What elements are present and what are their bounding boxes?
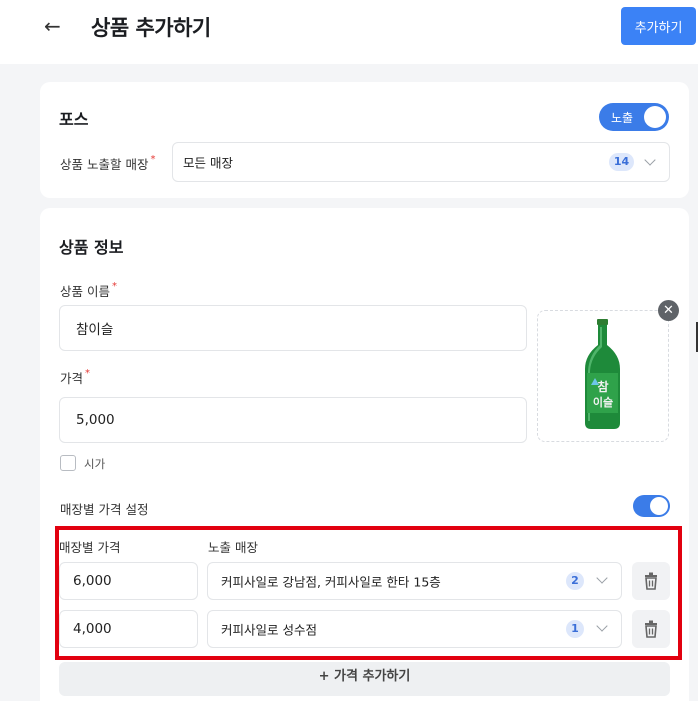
- pos-card: 포스 노출 상품 노출할 매장 * 모든 매장 14: [40, 82, 689, 198]
- page-title: 상품 추가하기: [91, 16, 211, 40]
- product-name-label: 상품 이름 *: [60, 281, 117, 299]
- store-price-setting-label: 매장별 가격 설정: [60, 502, 149, 517]
- pos-visibility-toggle[interactable]: 노출: [599, 103, 669, 131]
- store-price-toggle[interactable]: [633, 495, 670, 517]
- row-store-value: 커피사일로 성수점: [221, 622, 317, 638]
- row-store-count-badge: 2: [566, 572, 584, 590]
- column-header-stores: 노출 매장: [208, 540, 258, 555]
- trash-icon: [645, 572, 657, 590]
- store-count-badge: 14: [609, 153, 634, 171]
- store-select[interactable]: 모든 매장 14: [172, 142, 670, 182]
- column-header-store-price: 매장별 가격: [59, 540, 121, 555]
- trash-icon: [645, 620, 657, 638]
- chevron-down-icon: [596, 620, 608, 632]
- market-price-label: 시가: [84, 457, 106, 471]
- row-price-value: 4,000: [73, 621, 112, 637]
- toggle-knob: [650, 497, 668, 515]
- chevron-down-icon: [596, 572, 608, 584]
- row-price-value: 6,000: [73, 573, 112, 589]
- pos-section-title: 포스: [59, 110, 89, 129]
- row-price-input[interactable]: 4,000: [59, 610, 198, 648]
- product-section-title: 상품 정보: [59, 238, 124, 257]
- top-bar: ← 상품 추가하기 추가하기: [0, 0, 698, 64]
- product-name-input[interactable]: 참이슬: [59, 305, 527, 351]
- remove-image-close-icon[interactable]: ✕: [658, 300, 679, 321]
- chevron-down-icon: [644, 154, 656, 166]
- store-select-value: 모든 매장: [183, 155, 233, 171]
- row-price-input[interactable]: 6,000: [59, 562, 198, 600]
- price-input[interactable]: 5,000: [59, 397, 527, 443]
- toggle-knob: [644, 106, 666, 128]
- store-select-label: 상품 노출할 매장 *: [60, 154, 156, 172]
- svg-text:이슬: 이슬: [593, 395, 613, 409]
- product-name-value: 참이슬: [76, 322, 114, 338]
- row-store-count-badge: 1: [566, 620, 584, 638]
- price-value: 5,000: [76, 412, 115, 428]
- product-image-box[interactable]: 참 이슬: [537, 310, 669, 442]
- svg-text:참: 참: [597, 379, 608, 394]
- row-store-value: 커피사일로 강남점, 커피사일로 한타 15층: [221, 574, 441, 590]
- toggle-label: 노출: [611, 111, 634, 125]
- add-price-button[interactable]: + 가격 추가하기: [59, 662, 670, 696]
- add-product-button[interactable]: 추가하기: [621, 7, 696, 45]
- soju-bottle-image: 참 이슬: [585, 319, 620, 429]
- back-arrow-icon[interactable]: ←: [44, 14, 61, 38]
- row-store-select[interactable]: 커피사일로 성수점 1: [207, 610, 622, 648]
- market-price-checkbox[interactable]: [60, 455, 76, 471]
- delete-row-button[interactable]: [632, 562, 670, 600]
- row-store-select[interactable]: 커피사일로 강남점, 커피사일로 한타 15층 2: [207, 562, 622, 600]
- delete-row-button[interactable]: [632, 610, 670, 648]
- price-label: 가격 *: [60, 368, 91, 386]
